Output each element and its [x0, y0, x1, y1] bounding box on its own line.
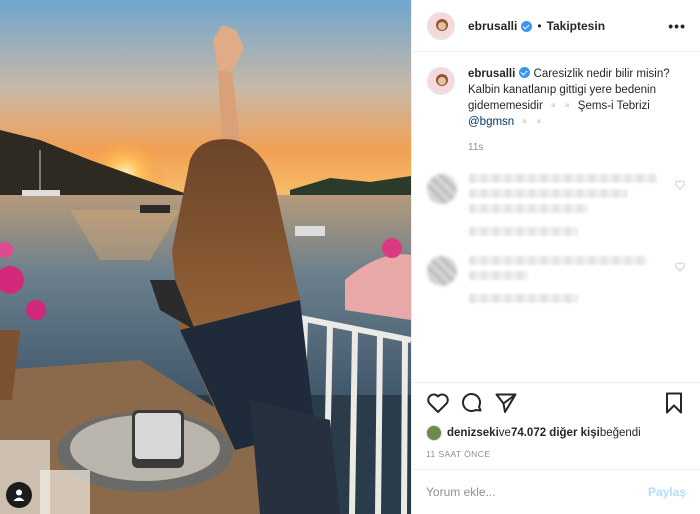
liker-avatar[interactable]	[426, 425, 442, 441]
tagged-user-icon[interactable]	[6, 482, 32, 508]
post-details-panel: ebrusalli • Takiptesin ••• ebrusalli Car…	[411, 0, 700, 514]
profile-photo	[428, 12, 454, 39]
caption-suffix: ▫️▫️	[514, 116, 547, 128]
likes-summary: denizseki ve 74.072 diğer kişi beğendi	[426, 425, 686, 441]
post-actions: denizseki ve 74.072 diğer kişi beğendi 1…	[412, 382, 700, 459]
likes-suffix: beğendi	[599, 427, 641, 439]
post-caption: ebrusalli Caresizlik nedir bilir misin? …	[412, 52, 700, 156]
caption-avatar[interactable]	[427, 67, 455, 95]
post-comment-button[interactable]: Paylaş	[648, 485, 686, 499]
post-photo[interactable]	[0, 0, 411, 514]
profile-photo	[428, 68, 454, 94]
heart-icon[interactable]	[426, 391, 450, 415]
share-icon[interactable]	[494, 391, 518, 415]
likes-count-link[interactable]: 74.072 diğer kişi	[511, 427, 600, 439]
blurred-avatar	[427, 256, 457, 286]
caption-mention-link[interactable]: @bgmsn	[468, 116, 514, 128]
caption-username[interactable]: ebrusalli	[468, 68, 515, 80]
likes-connector: ve	[498, 427, 511, 439]
blurred-comment	[412, 256, 700, 309]
action-icons	[426, 391, 686, 415]
instagram-post-modal: ebrusalli • Takiptesin ••• ebrusalli Car…	[0, 0, 700, 514]
follow-status-button[interactable]: Takiptesin	[547, 19, 605, 33]
comment-input[interactable]	[426, 485, 648, 499]
blurred-avatar	[427, 174, 457, 204]
caption-age: 11s	[468, 142, 484, 153]
verified-badge-icon	[519, 67, 531, 78]
blurred-comment-text	[469, 174, 667, 242]
bookmark-icon[interactable]	[662, 391, 686, 415]
verified-badge-icon	[521, 21, 533, 32]
blurred-comment-text	[469, 256, 667, 309]
comment-like-icon[interactable]	[675, 262, 685, 272]
header-username[interactable]: ebrusalli	[468, 19, 517, 33]
blurred-comment	[412, 174, 700, 242]
caption-body: ebrusalli Caresizlik nedir bilir misin? …	[468, 66, 678, 156]
avatar[interactable]	[427, 11, 455, 40]
post-timestamp[interactable]: 11 SAAT ÖNCE	[426, 449, 686, 459]
comment-form: Paylaş	[412, 469, 700, 514]
more-options-button[interactable]: •••	[668, 18, 686, 34]
first-liker-link[interactable]: denizseki	[447, 427, 499, 439]
comment-like-icon[interactable]	[675, 180, 685, 190]
comment-icon[interactable]	[460, 391, 484, 415]
post-header: ebrusalli • Takiptesin •••	[412, 0, 700, 52]
sunset-photo	[0, 0, 411, 514]
person-icon	[13, 489, 25, 501]
header-separator: •	[537, 18, 542, 33]
